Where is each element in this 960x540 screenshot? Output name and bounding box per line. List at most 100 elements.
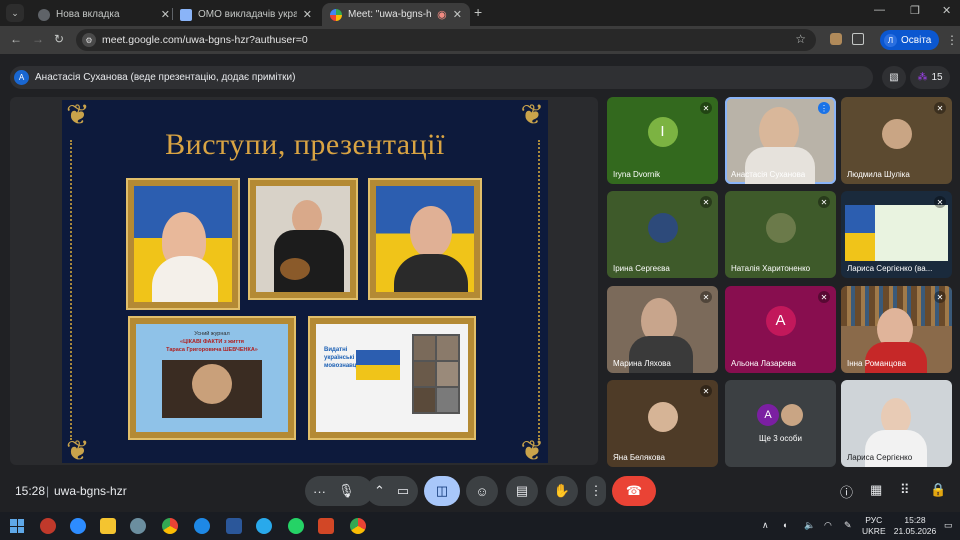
mic-off-icon: ✕ [700,196,712,208]
apps-icon[interactable]: ⠿ [900,482,910,498]
url-text: meet.google.com/uwa-bgns-hzr?authuser=0 [102,34,308,46]
participant-name: Ірина Сергеєва [613,264,670,273]
chevron-up-icon[interactable]: ∧ [762,520,769,531]
close-icon[interactable]: ✕ [453,8,462,21]
participant-name: Наталія Харитоненко [731,264,811,273]
extension-icon[interactable] [830,33,842,45]
close-icon[interactable]: ✕ [161,8,170,21]
audio-icon[interactable]: ◖ [782,520,787,530]
photo-frame: Усний журнал «ЦІКАВІ ФАКТИ з життя Тарас… [130,318,294,438]
participants-button[interactable]: ⁂ 15 [910,66,950,89]
more-options-button[interactable]: ⋮ [586,476,606,506]
journal-line: «ЦІКАВІ ФАКТИ з життя [180,339,244,345]
pen-icon[interactable]: ✎ [844,520,852,531]
forward-icon[interactable]: → [32,32,44,46]
app-icon[interactable] [40,518,56,534]
back-icon[interactable]: ← [10,32,22,46]
mic-off-icon: ✕ [818,196,830,208]
reactions-button[interactable]: ☺ [466,476,498,506]
file-explorer-icon[interactable] [100,518,116,534]
app-icon[interactable] [130,518,146,534]
more-vert-icon: ⋮ [589,483,603,498]
chrome-icon[interactable] [350,518,366,534]
os-taskbar: ∧ ◖ 🔈 ◠ ✎ РУС UKRE 15:28 21.05.2026 ▭ [0,512,960,540]
participant-tile[interactable]: А ✕ Альона Лазарева [725,286,836,373]
system-clock[interactable]: 15:28 21.05.2026 [890,515,940,537]
ornament-border [70,140,80,440]
participant-tile[interactable]: ✕ Марина Ляхова [607,286,718,373]
participant-tile[interactable]: ✕ Інна Романцова [841,286,952,373]
browser-menu-icon[interactable]: ⋮ [946,33,958,47]
chat-icon[interactable]: ▦ [870,482,882,498]
more-participants-tile[interactable]: А Ще 3 особи [725,380,836,467]
bookmark-star-icon[interactable]: ☆ [795,32,806,46]
maximize-icon[interactable]: ❐ [910,4,920,17]
participant-tile[interactable]: ✕ Людмила Шуліка [841,97,952,184]
avatar [881,118,912,149]
close-window-icon[interactable]: ✕ [942,4,951,17]
journal-line: Тараса Григоровича ШЕВЧЕНКА» [166,347,258,353]
present-screen-button[interactable]: ◫ [424,476,460,506]
extensions-puzzle-icon[interactable] [852,33,864,45]
browser-tab-strip: ⌄ Нова вкладка ✕ ОМО викладачів українсь… [0,0,960,26]
captions-icon: ▤ [515,483,529,498]
participant-name: Інна Романцова [847,359,907,368]
new-tab-button[interactable]: + [474,4,482,20]
person-figure [394,254,468,292]
participant-tile[interactable]: ✕ Яна Белякова [607,380,718,467]
info-icon[interactable]: ⓘ [840,482,853,501]
speaking-icon: ⋮ [818,102,830,114]
telegram-icon[interactable] [256,518,272,534]
mic-off-icon: ✕ [700,385,712,397]
language-indicator[interactable]: РУС UKRE [862,515,886,537]
hide-self-view-icon[interactable]: ▧ [882,66,906,89]
tab-meet[interactable]: Meet: "uwa-bgns-hzr" ◉ ✕ [322,3,470,26]
close-icon[interactable]: ✕ [303,8,312,21]
tab-search-button[interactable]: ⌄ [6,4,24,22]
participant-tile[interactable]: ✕ Ірина Сергеєва [607,191,718,278]
profile-button[interactable]: Л Освіта [880,30,940,50]
word-icon[interactable] [226,518,242,534]
more-icon: ··· [313,483,326,499]
participant-tile[interactable]: ✕ Лариса Сергієнко (ва... [841,191,952,278]
clock-date: 21.05.2026 [893,526,937,536]
clock-time: 15:28 [904,515,926,525]
photo-frame [370,180,480,298]
site-info-icon[interactable]: ⚙ [82,33,96,47]
tab-omo[interactable]: ОМО викладачів української ✕ [172,3,320,26]
leave-call-button[interactable]: ☎ [612,476,656,506]
minimize-icon[interactable]: — [874,4,885,16]
address-bar[interactable]: ⚙ meet.google.com/uwa-bgns-hzr?authuser=… [76,29,816,51]
meeting-code: uwa-bgns-hzr [54,484,127,498]
participant-tile[interactable]: I ✕ Iryna Dvornik [607,97,718,184]
avatar [647,212,678,243]
video-options-button[interactable]: ⌃ ▭ [366,476,418,506]
windows-start-icon[interactable] [10,519,24,533]
participant-tile[interactable]: Лариса Сергієнко [841,380,952,467]
audio-options-button[interactable]: ··· 🎙 [305,476,373,506]
powerpoint-icon[interactable] [318,518,334,534]
meeting-controls-bar: 15:28 | uwa-bgns-hzr ··· 🎙 ⌃ ▭ ◫ ☺ ▤ ✋ ⋮… [0,470,960,512]
participant-tile[interactable]: ✕ Наталія Харитоненко [725,191,836,278]
speaker-icon[interactable]: 🔈 [804,520,815,531]
edge-icon[interactable] [194,518,210,534]
hand-icon: ✋ [553,483,571,498]
network-icon[interactable]: ◠ [824,520,832,531]
host-controls-icon[interactable]: 🔒 [930,482,946,498]
zoom-icon[interactable] [70,518,86,534]
image-icon [180,8,192,21]
chrome-icon[interactable] [162,518,178,534]
ornament-icon: ❦ [520,100,544,130]
participant-name: Лариса Сергієнко (ва... [847,264,933,273]
tab-new-tab[interactable]: Нова вкладка ✕ [30,3,178,26]
raise-hand-button[interactable]: ✋ [546,476,578,506]
participant-tile[interactable]: ⋮ Анастасія Суханова [725,97,836,184]
person-figure [192,364,232,404]
whatsapp-icon[interactable] [288,518,304,534]
mic-off-icon: ✕ [934,196,946,208]
reload-icon[interactable]: ↻ [54,32,64,46]
browser-toolbar: ← → ↻ ⚙ meet.google.com/uwa-bgns-hzr?aut… [0,26,960,54]
people-icon: ⁂ [917,72,928,83]
captions-button[interactable]: ▤ [506,476,538,506]
notifications-icon[interactable]: ▭ [944,520,953,531]
